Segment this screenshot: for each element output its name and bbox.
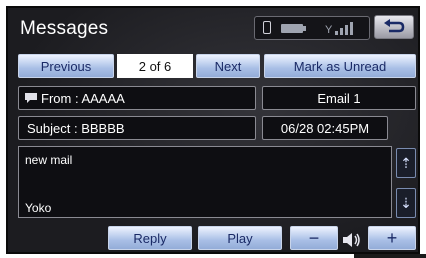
messages-screen: Messages Y Previous 2 of 6 Next Mark as … <box>6 6 420 254</box>
mark-as-unread-button[interactable]: Mark as Unread <box>264 54 416 78</box>
message-icon <box>25 93 37 103</box>
speaker-icon <box>343 233 360 247</box>
scroll-up-icon: ⇡ <box>400 154 412 171</box>
phone-icon <box>263 21 271 34</box>
previous-button[interactable]: Previous <box>18 54 114 78</box>
datetime-field: 06/28 02:45PM <box>262 116 388 140</box>
scroll-up-button[interactable]: ⇡ <box>396 148 416 178</box>
email-account-field: Email 1 <box>262 86 416 110</box>
message-signature: Yoko <box>25 201 52 215</box>
scroll-down-button[interactable]: ⇣ <box>396 188 416 218</box>
from-field: From : AAAAA <box>18 86 256 110</box>
page-indicator: 2 of 6 <box>117 54 193 78</box>
back-button[interactable] <box>374 15 414 39</box>
message-body: new mail Yoko <box>18 146 392 218</box>
corner-tag <box>354 254 426 258</box>
volume-down-button[interactable]: − <box>290 226 338 250</box>
next-button[interactable]: Next <box>196 54 260 78</box>
subject-field: Subject : BBBBB <box>18 116 256 140</box>
scroll-down-icon: ⇣ <box>400 194 412 211</box>
play-button[interactable]: Play <box>198 226 282 250</box>
svg-text:Y: Y <box>325 24 333 36</box>
status-bar: Y <box>254 16 370 40</box>
battery-icon <box>281 24 306 33</box>
volume-up-button[interactable]: + <box>368 226 416 250</box>
back-arrow-icon <box>384 19 405 33</box>
from-label: From : AAAAA <box>41 90 125 106</box>
reply-button[interactable]: Reply <box>108 226 192 250</box>
message-text: new mail <box>25 153 73 167</box>
screen-title: Messages <box>20 18 109 39</box>
signal-icon: Y <box>325 22 353 36</box>
